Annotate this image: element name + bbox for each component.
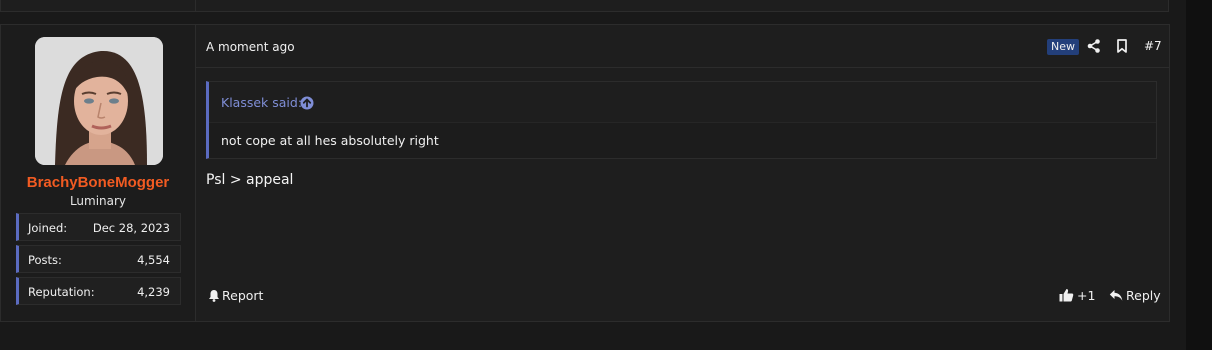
post-header: A moment ago New #7 xyxy=(196,25,1169,68)
username[interactable]: BrachyBoneMogger xyxy=(1,174,195,191)
reply-button[interactable]: Reply xyxy=(1109,288,1161,303)
quote-header: Klassek said: xyxy=(209,82,1156,123)
post-footer: Report +1 Reply xyxy=(196,283,1169,313)
share-icon[interactable] xyxy=(1086,38,1102,54)
bookmark-icon[interactable] xyxy=(1114,38,1130,54)
reply-icon xyxy=(1109,290,1123,301)
bell-icon xyxy=(209,290,219,302)
quote-author[interactable]: Klassek said: xyxy=(221,95,302,110)
stat-posts: Posts: 4,554 xyxy=(16,245,181,273)
new-badge: New xyxy=(1047,39,1079,55)
stat-value: 4,239 xyxy=(137,285,170,299)
stat-label: Joined: xyxy=(28,221,68,235)
previous-post-bottom xyxy=(0,0,1169,12)
previous-post-divider xyxy=(195,0,196,11)
report-label: Report xyxy=(222,288,264,303)
stat-joined: Joined: Dec 28, 2023 xyxy=(16,213,181,241)
avatar[interactable] xyxy=(35,37,163,165)
user-stats: Joined: Dec 28, 2023 Posts: 4,554 Reputa… xyxy=(16,213,181,309)
stat-value: 4,554 xyxy=(137,253,170,267)
stat-reputation: Reputation: 4,239 xyxy=(16,277,181,305)
like-count: +1 xyxy=(1077,288,1096,303)
scrollbar[interactable] xyxy=(1186,0,1212,350)
post-timestamp[interactable]: A moment ago xyxy=(206,40,295,54)
post-main: A moment ago New #7 Klassek said: not co… xyxy=(196,25,1169,321)
report-button[interactable]: Report xyxy=(208,288,263,303)
like-button[interactable]: +1 xyxy=(1059,288,1095,303)
stat-value: Dec 28, 2023 xyxy=(92,221,170,235)
arrow-up-circle-icon[interactable] xyxy=(300,95,314,110)
post-number[interactable]: #7 xyxy=(1144,39,1162,53)
reply-label: Reply xyxy=(1126,288,1161,303)
thread-page: BrachyBoneMogger Luminary Joined: Dec 28… xyxy=(0,0,1212,350)
post-message: Psl > appeal xyxy=(206,172,294,188)
user-info-panel: BrachyBoneMogger Luminary Joined: Dec 28… xyxy=(1,25,196,321)
user-panel-arrow xyxy=(186,57,195,75)
quote-text: not cope at all hes absolutely right xyxy=(221,133,439,148)
stat-label: Posts: xyxy=(28,253,62,267)
thumbs-up-icon xyxy=(1059,289,1074,302)
avatar-image xyxy=(35,37,163,165)
quote-block: Klassek said: not cope at all hes absolu… xyxy=(206,81,1157,159)
stat-label: Reputation: xyxy=(28,285,95,299)
post: BrachyBoneMogger Luminary Joined: Dec 28… xyxy=(0,24,1170,322)
user-title: Luminary xyxy=(69,194,127,208)
